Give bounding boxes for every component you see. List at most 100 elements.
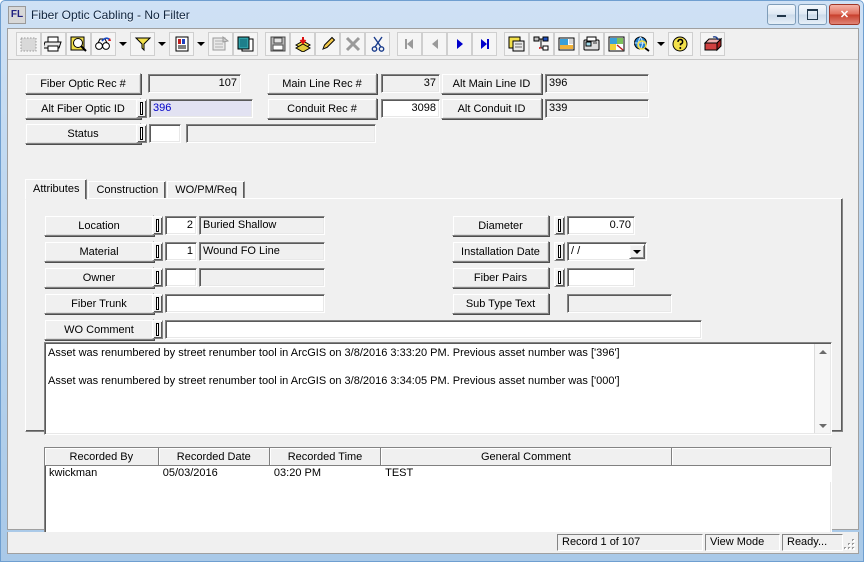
scroll-up-icon[interactable] <box>815 344 830 359</box>
cell-recorded-time: 03:20 PM <box>269 465 382 482</box>
column-header-recorded-by[interactable]: Recorded By <box>45 448 159 466</box>
filter-dropdown-icon[interactable] <box>155 32 169 56</box>
application-window: FL Fiber Optic Cabling - No Filter ✕ Fib… <box>0 0 864 562</box>
wo-comment-input[interactable] <box>165 320 702 339</box>
find-dropdown-icon[interactable] <box>116 32 130 56</box>
fiber-trunk-input[interactable] <box>165 294 325 313</box>
fiber-pairs-lookup-bar[interactable] <box>554 268 565 287</box>
hierarchy-icon[interactable] <box>529 32 554 56</box>
column-header-recorded-time[interactable]: Recorded Time <box>269 448 382 466</box>
material-code-input[interactable]: 1 <box>165 242 197 261</box>
status-lookup-bar[interactable] <box>136 124 147 143</box>
diameter-input[interactable]: 0.70 <box>567 216 635 235</box>
installation-date-label-button[interactable]: Installation Date <box>452 241 549 262</box>
fiber-trunk-lookup-bar[interactable] <box>152 294 163 313</box>
column-header-blank[interactable] <box>671 448 831 466</box>
filter-icon[interactable] <box>130 32 155 56</box>
table-row[interactable]: kwickman 05/03/2016 03:20 PM TEST <box>45 465 831 482</box>
resize-grip[interactable] <box>842 537 856 551</box>
fiber-trunk-label-button[interactable]: Fiber Trunk <box>44 293 154 314</box>
exit-icon[interactable] <box>700 32 725 56</box>
alt-conduit-id-value: 339 <box>545 99 649 118</box>
maximize-icon <box>799 5 826 24</box>
main-line-rec-value: 37 <box>381 74 440 93</box>
find-icon[interactable] <box>91 32 116 56</box>
sub-type-text-label-button[interactable]: Sub Type Text <box>452 293 549 314</box>
image-icon[interactable] <box>554 32 579 56</box>
add-record-icon[interactable] <box>290 32 315 56</box>
owner-lookup-bar[interactable] <box>152 268 163 287</box>
general-comments-table: Recorded By Recorded Date Recorded Time … <box>45 448 831 482</box>
alt-main-line-id-label-button[interactable]: Alt Main Line ID <box>441 73 542 94</box>
conduit-rec-label-button[interactable]: Conduit Rec # <box>267 98 377 119</box>
main-line-rec-label-button[interactable]: Main Line Rec # <box>267 73 377 94</box>
properties-icon[interactable] <box>208 32 233 56</box>
window-controls: ✕ <box>767 4 860 25</box>
first-record-icon[interactable] <box>397 32 422 56</box>
status-description <box>186 124 376 143</box>
material-lookup-bar[interactable] <box>152 242 163 261</box>
minimize-button[interactable] <box>767 4 796 25</box>
owner-code-input[interactable] <box>165 268 197 287</box>
alt-fiber-optic-id-label-button[interactable]: Alt Fiber Optic ID <box>25 98 141 119</box>
memo-vertical-scrollbar[interactable] <box>814 344 830 433</box>
status-code-input[interactable] <box>149 124 181 143</box>
location-label-button[interactable]: Location <box>44 215 154 236</box>
globe-search-icon[interactable] <box>629 32 654 56</box>
installation-date-combo[interactable]: / / <box>567 242 647 261</box>
column-header-general-comment[interactable]: General Comment <box>380 448 672 466</box>
close-button[interactable]: ✕ <box>829 4 860 25</box>
general-comments-grid[interactable]: Recorded By Recorded Date Recorded Time … <box>44 447 832 539</box>
print-icon[interactable] <box>41 32 66 56</box>
maximize-button[interactable] <box>798 4 827 25</box>
owner-label-button[interactable]: Owner <box>44 267 154 288</box>
fax-icon[interactable] <box>579 32 604 56</box>
tab-strip: Attributes Construction WO/PM/Req <box>25 179 246 200</box>
material-label-button[interactable]: Material <box>44 241 154 262</box>
status-record-counter: Record 1 of 107 <box>557 534 703 551</box>
next-record-icon[interactable] <box>447 32 472 56</box>
previous-record-icon[interactable] <box>422 32 447 56</box>
last-record-icon[interactable] <box>472 32 497 56</box>
layout-icon[interactable] <box>504 32 529 56</box>
map-icon[interactable] <box>604 32 629 56</box>
alt-main-line-id-value: 396 <box>545 74 649 93</box>
report-icon[interactable] <box>169 32 194 56</box>
diameter-label-button[interactable]: Diameter <box>452 215 549 236</box>
history-memo[interactable]: Asset was renumbered by street renumber … <box>44 342 832 435</box>
diameter-lookup-bar[interactable] <box>554 216 565 235</box>
alt-conduit-id-label-button[interactable]: Alt Conduit ID <box>441 98 542 119</box>
edit-icon[interactable] <box>315 32 340 56</box>
app-icon: FL <box>8 6 26 24</box>
main-toolbar <box>8 29 858 60</box>
wo-comment-lookup-bar[interactable] <box>152 320 163 339</box>
copy-record-icon[interactable] <box>233 32 258 56</box>
cell-blank <box>671 465 831 482</box>
fiber-pairs-label-button[interactable]: Fiber Pairs <box>452 267 549 288</box>
alt-fiber-optic-id-lookup-bar[interactable] <box>136 99 147 118</box>
column-header-recorded-date[interactable]: Recorded Date <box>158 448 270 466</box>
installation-date-lookup-bar[interactable] <box>554 242 565 261</box>
print-preview-icon[interactable] <box>66 32 91 56</box>
status-label-button[interactable]: Status <box>25 123 141 144</box>
cut-icon[interactable] <box>365 32 390 56</box>
select-all-icon[interactable] <box>16 32 41 56</box>
fiber-optic-rec-label-button[interactable]: Fiber Optic Rec # <box>25 73 141 94</box>
report-dropdown-icon[interactable] <box>194 32 208 56</box>
fiber-optic-rec-value: 107 <box>148 74 241 93</box>
chevron-down-icon[interactable] <box>629 244 645 259</box>
wo-comment-label-button[interactable]: WO Comment <box>44 319 154 340</box>
status-bar: Record 1 of 107 View Mode Ready... <box>7 532 859 554</box>
location-lookup-bar[interactable] <box>152 216 163 235</box>
help-icon[interactable] <box>668 32 693 56</box>
scroll-down-icon[interactable] <box>815 418 830 433</box>
delete-icon[interactable] <box>340 32 365 56</box>
window-title: Fiber Optic Cabling - No Filter <box>31 8 190 22</box>
tab-attributes[interactable]: Attributes <box>25 179 88 200</box>
conduit-rec-value: 3098 <box>381 99 440 118</box>
save-icon[interactable] <box>265 32 290 56</box>
alt-fiber-optic-id-input[interactable]: 396 <box>149 99 253 118</box>
fiber-pairs-input[interactable] <box>567 268 635 287</box>
location-code-input[interactable]: 2 <box>165 216 197 235</box>
globe-dropdown-icon[interactable] <box>654 32 668 56</box>
